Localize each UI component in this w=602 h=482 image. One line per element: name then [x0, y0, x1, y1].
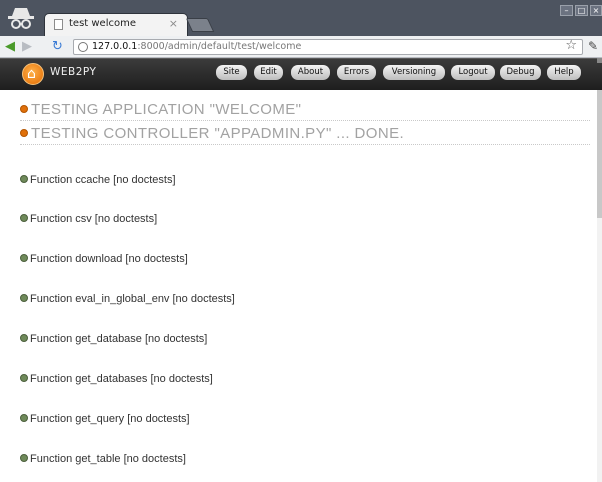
green-bullet-icon — [20, 414, 28, 422]
test-controller-heading-text: TESTING CONTROLLER "APPADMIN.PY" ... DON… — [31, 125, 405, 142]
orange-bullet-icon — [20, 105, 28, 113]
home-icon[interactable] — [22, 63, 44, 85]
list-item: Function get_databases [no doctests] — [20, 373, 213, 386]
url-text[interactable]: 127.0.0.1:8000/admin/default/test/welcom… — [92, 41, 301, 52]
green-bullet-icon — [20, 334, 28, 342]
list-item: Function get_table [no doctests] — [20, 453, 186, 466]
test-controller-heading: TESTING CONTROLLER "APPADMIN.PY" ... DON… — [20, 125, 590, 145]
function-result-text: Function get_databases [no doctests] — [30, 373, 213, 385]
forward-arrow-icon[interactable]: ▶ — [22, 40, 32, 54]
list-item: Function eval_in_global_env [no doctests… — [20, 293, 235, 306]
list-item: Function get_query [no doctests] — [20, 413, 190, 426]
browser-toolbar: ◀ ▶ ↻ 127.0.0.1:8000/admin/default/test/… — [0, 36, 602, 58]
nav-logout-button[interactable]: Logout — [451, 65, 495, 80]
list-item: Function csv [no doctests] — [20, 213, 157, 226]
minimize-window-button[interactable]: – — [560, 5, 573, 16]
nav-versioning-button[interactable]: Versioning — [383, 65, 445, 80]
new-tab-button[interactable] — [185, 18, 215, 32]
page-info-icon[interactable] — [78, 42, 88, 52]
scroll-up-button[interactable] — [597, 58, 602, 63]
green-bullet-icon — [20, 374, 28, 382]
green-bullet-icon — [20, 254, 28, 262]
nav-errors-button[interactable]: Errors — [337, 65, 376, 80]
list-item: Function ccache [no doctests] — [20, 174, 176, 187]
browser-titlebar: test welcome × – □ × — [0, 0, 602, 36]
nav-debug-button[interactable]: Debug — [500, 65, 541, 80]
green-bullet-icon — [20, 175, 28, 183]
function-result-text: Function eval_in_global_env [no doctests… — [30, 293, 235, 305]
green-bullet-icon — [20, 454, 28, 462]
reload-icon[interactable]: ↻ — [52, 40, 63, 54]
close-window-button[interactable]: × — [590, 5, 602, 16]
test-app-heading: TESTING APPLICATION "WELCOME" — [20, 101, 590, 121]
url-path: :8000/admin/default/test/welcome — [137, 41, 302, 52]
url-host: 127.0.0.1 — [92, 41, 138, 52]
tab-title: test welcome — [69, 18, 137, 29]
list-item: Function get_database [no doctests] — [20, 333, 207, 346]
test-app-heading-text: TESTING APPLICATION "WELCOME" — [31, 101, 302, 118]
back-arrow-icon[interactable]: ◀ — [5, 40, 15, 54]
nav-about-button[interactable]: About — [291, 65, 330, 80]
green-bullet-icon — [20, 294, 28, 302]
page-favicon-icon — [54, 19, 63, 30]
function-result-text: Function get_table [no doctests] — [30, 453, 186, 465]
function-result-text: Function get_query [no doctests] — [30, 413, 190, 425]
bookmark-star-icon[interactable]: ☆ — [565, 38, 577, 53]
nav-site-button[interactable]: Site — [216, 65, 247, 80]
tab-close-icon[interactable]: × — [169, 17, 178, 30]
maximize-window-button[interactable]: □ — [575, 5, 588, 16]
scrollbar-thumb[interactable] — [597, 90, 602, 218]
function-result-text: Function csv [no doctests] — [30, 213, 158, 225]
function-result-text: Function download [no doctests] — [30, 253, 188, 265]
nav-help-button[interactable]: Help — [547, 65, 581, 80]
wrench-menu-icon[interactable]: ✎ — [588, 39, 598, 53]
green-bullet-icon — [20, 214, 28, 222]
incognito-icon — [8, 8, 34, 29]
function-result-text: Function ccache [no doctests] — [30, 174, 176, 186]
orange-bullet-icon — [20, 129, 28, 137]
browser-tab[interactable]: test welcome × — [44, 13, 188, 36]
nav-edit-button[interactable]: Edit — [254, 65, 283, 80]
address-bar[interactable]: 127.0.0.1:8000/admin/default/test/welcom… — [73, 38, 583, 55]
function-result-text: Function get_database [no doctests] — [30, 333, 208, 345]
brand-logo: WEB2PY — [50, 66, 97, 78]
list-item: Function download [no doctests] — [20, 253, 188, 266]
